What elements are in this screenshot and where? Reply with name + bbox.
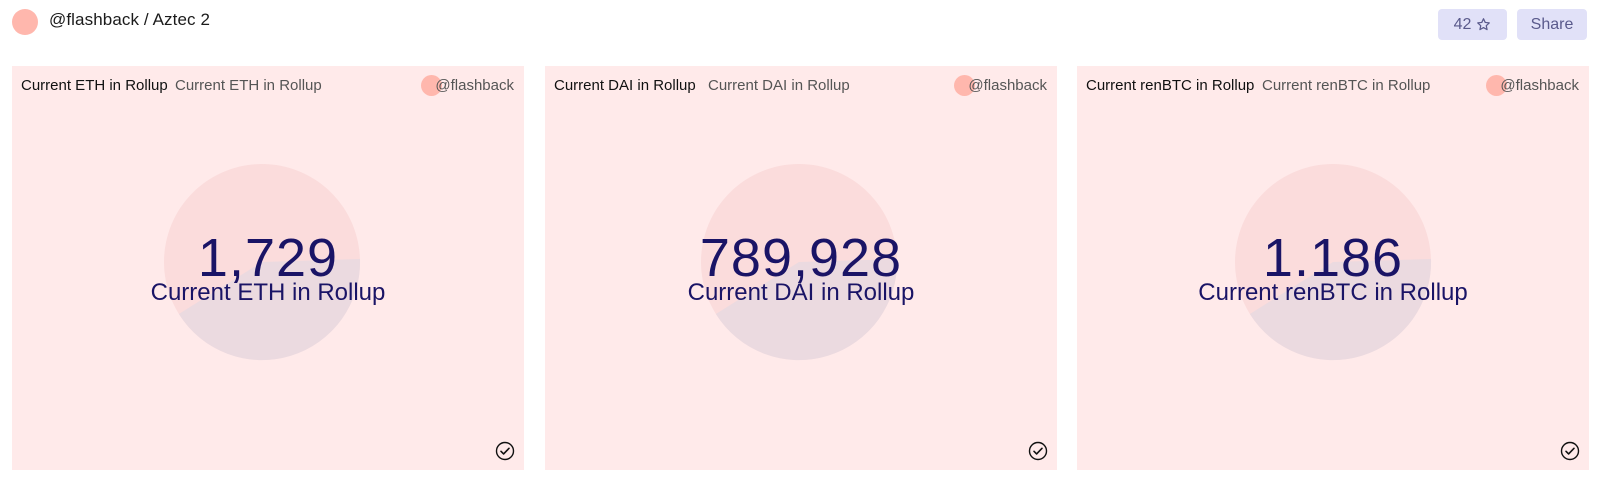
card-title[interactable]: Current DAI in Rollup: [554, 77, 696, 94]
check-circle-icon[interactable]: [1028, 441, 1048, 461]
counter-card-eth: Current ETH in Rollup Current ETH in Rol…: [12, 66, 524, 470]
card-subtitle: Current DAI in Rollup: [708, 77, 850, 94]
card-author[interactable]: @flashback: [968, 77, 1047, 94]
page-title[interactable]: @flashback / Aztec 2: [49, 10, 210, 30]
avatar[interactable]: [12, 9, 38, 35]
counter-label: Current DAI in Rollup: [687, 279, 915, 306]
share-button[interactable]: Share: [1517, 9, 1587, 40]
card-title[interactable]: Current renBTC in Rollup: [1086, 77, 1254, 94]
card-subtitle: Current ETH in Rollup: [175, 77, 322, 94]
counter-value: 789,928: [699, 228, 903, 288]
check-circle-icon[interactable]: [1560, 441, 1580, 461]
dashboard-header: @flashback / Aztec 2 42 Share: [0, 0, 1600, 50]
star-count: 42: [1453, 15, 1472, 33]
star-icon: [1476, 17, 1491, 32]
card-author[interactable]: @flashback: [435, 77, 514, 94]
counter-card-dai: Current DAI in Rollup Current DAI in Rol…: [545, 66, 1057, 470]
check-circle-icon[interactable]: [495, 441, 515, 461]
counter-value: 1.186: [1262, 228, 1404, 288]
card-title[interactable]: Current ETH in Rollup: [21, 77, 168, 94]
card-subtitle: Current renBTC in Rollup: [1262, 77, 1431, 94]
card-author[interactable]: @flashback: [1500, 77, 1579, 94]
star-button[interactable]: 42: [1438, 9, 1507, 40]
counter-card-renbtc: Current renBTC in Rollup Current renBTC …: [1077, 66, 1589, 470]
counter-value: 1,729: [197, 228, 339, 288]
counter-label: Current renBTC in Rollup: [1198, 279, 1468, 306]
counter-label: Current ETH in Rollup: [150, 279, 386, 306]
